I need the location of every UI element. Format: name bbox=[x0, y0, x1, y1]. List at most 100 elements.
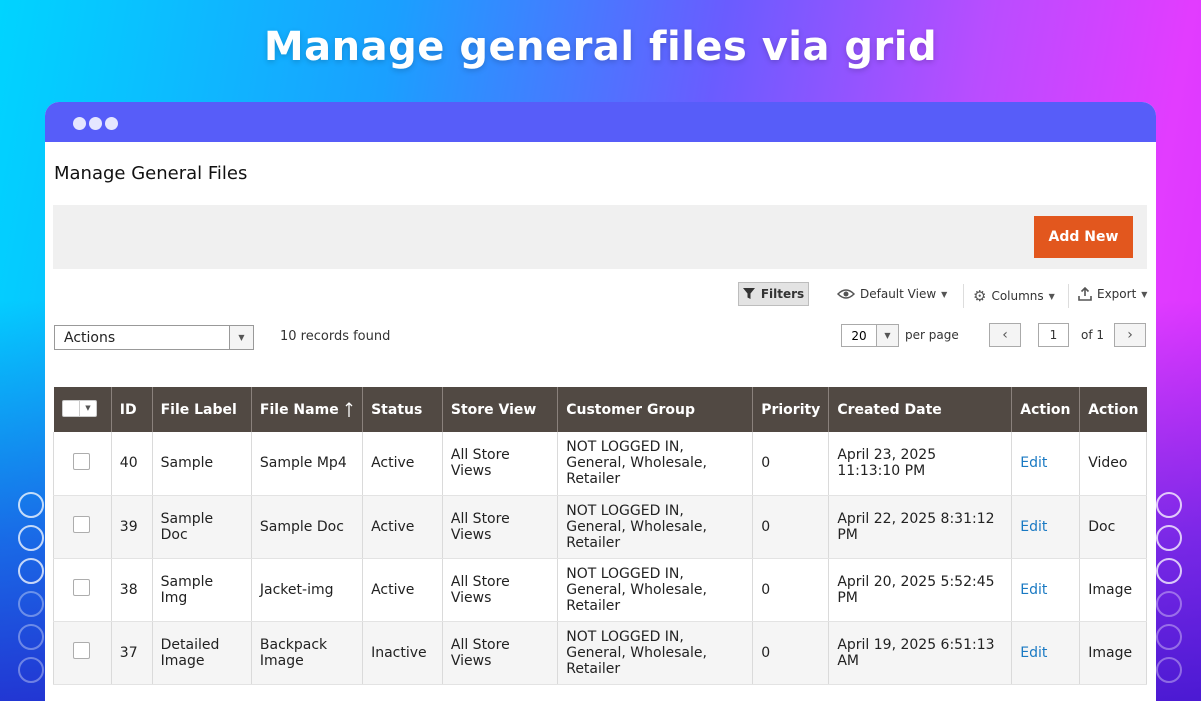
cell-action: Edit bbox=[1011, 558, 1081, 622]
per-page-label: per page bbox=[905, 328, 959, 342]
toolbar-divider bbox=[963, 284, 964, 308]
caret-down-icon: ▼ bbox=[1141, 289, 1148, 299]
cell-file-name: Sample Doc bbox=[251, 495, 364, 559]
chevron-right-icon: › bbox=[1127, 327, 1133, 343]
window-dot-icon bbox=[89, 117, 102, 130]
sort-arrow-up-icon bbox=[345, 401, 353, 417]
per-page-select[interactable]: 20 ▼ bbox=[841, 324, 899, 347]
cell-id: 39 bbox=[111, 495, 153, 559]
column-header-file-label[interactable]: File Label bbox=[152, 387, 252, 432]
caret-down-icon: ▼ bbox=[79, 400, 95, 416]
row-checkbox[interactable] bbox=[73, 642, 90, 659]
cell-store-view: All Store Views bbox=[442, 558, 559, 622]
headline: Manage general files via grid bbox=[263, 24, 938, 70]
caret-down-icon: ▼ bbox=[941, 289, 948, 299]
cell-id: 40 bbox=[111, 432, 153, 496]
cell-priority: 0 bbox=[752, 558, 830, 622]
cell-store-view: All Store Views bbox=[442, 621, 559, 685]
export-dropdown[interactable]: Export ▼ bbox=[1078, 287, 1147, 301]
table-row: 40 Sample Sample Mp4 Active All Store Vi… bbox=[53, 432, 1147, 496]
cell-customer-group: NOT LOGGED IN, General, Wholesale, Retai… bbox=[557, 432, 754, 496]
page-actions-bar: Add New bbox=[53, 205, 1147, 269]
decorative-circles-right bbox=[1156, 492, 1186, 690]
cell-id: 38 bbox=[111, 558, 153, 622]
browser-window: Manage General Files Add New Filters Def… bbox=[45, 102, 1156, 701]
column-header-file-name[interactable]: File Name bbox=[251, 387, 364, 432]
chevron-down-icon: ▼ bbox=[876, 325, 898, 346]
cell-store-view: All Store Views bbox=[442, 495, 559, 559]
cell-status: Active bbox=[362, 495, 443, 559]
export-label: Export bbox=[1097, 287, 1137, 301]
column-header-customer-group[interactable]: Customer Group bbox=[557, 387, 754, 432]
decorative-circles-left bbox=[18, 492, 48, 690]
page-number-input[interactable]: 1 bbox=[1038, 323, 1069, 347]
cell-file-label: Sample bbox=[152, 432, 252, 496]
cell-status: Active bbox=[362, 558, 443, 622]
eye-icon bbox=[837, 289, 855, 299]
cell-action: Edit bbox=[1011, 621, 1081, 685]
edit-link[interactable]: Edit bbox=[1020, 645, 1047, 661]
filter-icon bbox=[742, 288, 755, 299]
cell-customer-group: NOT LOGGED IN, General, Wholesale, Retai… bbox=[557, 495, 754, 559]
export-icon bbox=[1078, 287, 1092, 301]
cell-customer-group: NOT LOGGED IN, General, Wholesale, Retai… bbox=[557, 558, 754, 622]
table-row: 39 Sample Doc Sample Doc Active All Stor… bbox=[53, 495, 1147, 559]
edit-link[interactable]: Edit bbox=[1020, 519, 1047, 535]
column-header-status[interactable]: Status bbox=[362, 387, 443, 432]
cell-id: 37 bbox=[111, 621, 153, 685]
filters-button[interactable]: Filters bbox=[738, 282, 809, 306]
row-checkbox[interactable] bbox=[73, 516, 90, 533]
default-view-dropdown[interactable]: Default View ▼ bbox=[837, 287, 947, 301]
table-row: 37 Detailed Image Backpack Image Inactiv… bbox=[53, 621, 1147, 685]
next-page-button[interactable]: › bbox=[1114, 323, 1146, 347]
filters-label: Filters bbox=[760, 287, 805, 301]
column-header-priority[interactable]: Priority bbox=[752, 387, 830, 432]
cell-type: Video bbox=[1079, 432, 1147, 496]
select-all-checkbox[interactable]: ▼ bbox=[61, 399, 97, 417]
window-dot-icon bbox=[105, 117, 118, 130]
cell-file-label: Detailed Image bbox=[152, 621, 252, 685]
row-select-cell bbox=[53, 621, 112, 685]
cell-type: Image bbox=[1079, 558, 1147, 622]
mass-actions-select[interactable]: Actions ▼ bbox=[54, 325, 254, 350]
cell-action: Edit bbox=[1011, 495, 1081, 559]
edit-link[interactable]: Edit bbox=[1020, 455, 1047, 471]
cell-file-label: Sample Img bbox=[152, 558, 252, 622]
cell-created-date: April 22, 2025 8:31:12 PM bbox=[828, 495, 1013, 559]
per-page-value: 20 bbox=[851, 328, 867, 343]
column-header-store-view[interactable]: Store View bbox=[442, 387, 559, 432]
table-row: 38 Sample Img Jacket-img Active All Stor… bbox=[53, 558, 1147, 622]
cell-file-name: Backpack Image bbox=[251, 621, 364, 685]
cell-status: Active bbox=[362, 432, 443, 496]
file-name-header-label: File Name bbox=[259, 401, 339, 418]
previous-page-button[interactable]: ‹ bbox=[989, 323, 1021, 347]
row-select-cell bbox=[53, 495, 112, 559]
row-select-cell bbox=[53, 558, 112, 622]
cell-created-date: April 23, 2025 11:13:10 PM bbox=[828, 432, 1013, 496]
cell-file-name: Jacket-img bbox=[251, 558, 364, 622]
columns-dropdown[interactable]: ⚙ Columns ▼ bbox=[973, 287, 1055, 305]
cell-type: Doc bbox=[1079, 495, 1147, 559]
cell-created-date: April 20, 2025 5:52:45 PM bbox=[828, 558, 1013, 622]
cell-file-label: Sample Doc bbox=[152, 495, 252, 559]
column-header-id[interactable]: ID bbox=[111, 387, 153, 432]
gear-icon: ⚙ bbox=[973, 287, 987, 305]
columns-label: Columns bbox=[991, 289, 1044, 303]
window-dot-icon bbox=[73, 117, 86, 130]
row-checkbox[interactable] bbox=[73, 579, 90, 596]
files-grid: ▼ ID File Label File Name Status Store V… bbox=[53, 387, 1147, 685]
cell-store-view: All Store Views bbox=[442, 432, 559, 496]
page-total-label: of 1 bbox=[1081, 328, 1105, 342]
row-checkbox[interactable] bbox=[73, 452, 90, 470]
cell-priority: 0 bbox=[752, 432, 830, 496]
page-title: Manage General Files bbox=[54, 163, 248, 184]
chevron-down-icon: ▼ bbox=[229, 326, 253, 349]
select-all-header[interactable]: ▼ bbox=[53, 387, 112, 432]
chevron-left-icon: ‹ bbox=[1002, 327, 1008, 343]
add-new-button[interactable]: Add New bbox=[1034, 216, 1133, 258]
mass-actions-label: Actions bbox=[64, 329, 116, 346]
row-select-cell bbox=[53, 432, 112, 496]
cell-status: Inactive bbox=[362, 621, 443, 685]
column-header-created-date[interactable]: Created Date bbox=[828, 387, 1013, 432]
edit-link[interactable]: Edit bbox=[1020, 582, 1047, 598]
